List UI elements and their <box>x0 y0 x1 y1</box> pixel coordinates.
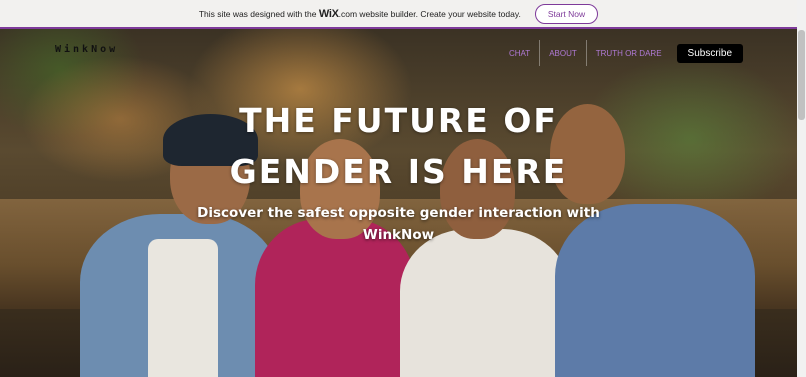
start-now-button[interactable]: Start Now <box>534 3 599 24</box>
subscribe-button[interactable]: Subscribe <box>676 43 743 63</box>
hero-subheading: Discover the safest opposite gender inte… <box>197 205 600 243</box>
nav-about[interactable]: ABOUT <box>539 40 586 66</box>
hero-headline: THE FUTURE OF GENDER IS HERE <box>229 101 568 191</box>
nav-chat[interactable]: CHAT <box>500 40 539 66</box>
hero-section: WinkNow CHAT ABOUT TRUTH OR DARE Subscri… <box>0 29 797 377</box>
wix-logo: WiX <box>318 7 339 20</box>
wix-banner: This site was designed with the WiX.com … <box>0 0 797 29</box>
site-logo[interactable]: WinkNow <box>55 44 118 55</box>
wix-banner-text: This site was designed with the WiX.com … <box>198 7 521 20</box>
nav-truth-or-dare[interactable]: TRUTH OR DARE <box>585 40 671 66</box>
scrollbar-thumb[interactable] <box>798 30 805 120</box>
page-scrollbar[interactable] <box>797 0 806 377</box>
main-nav: CHAT ABOUT TRUTH OR DARE Subscribe <box>500 40 797 66</box>
